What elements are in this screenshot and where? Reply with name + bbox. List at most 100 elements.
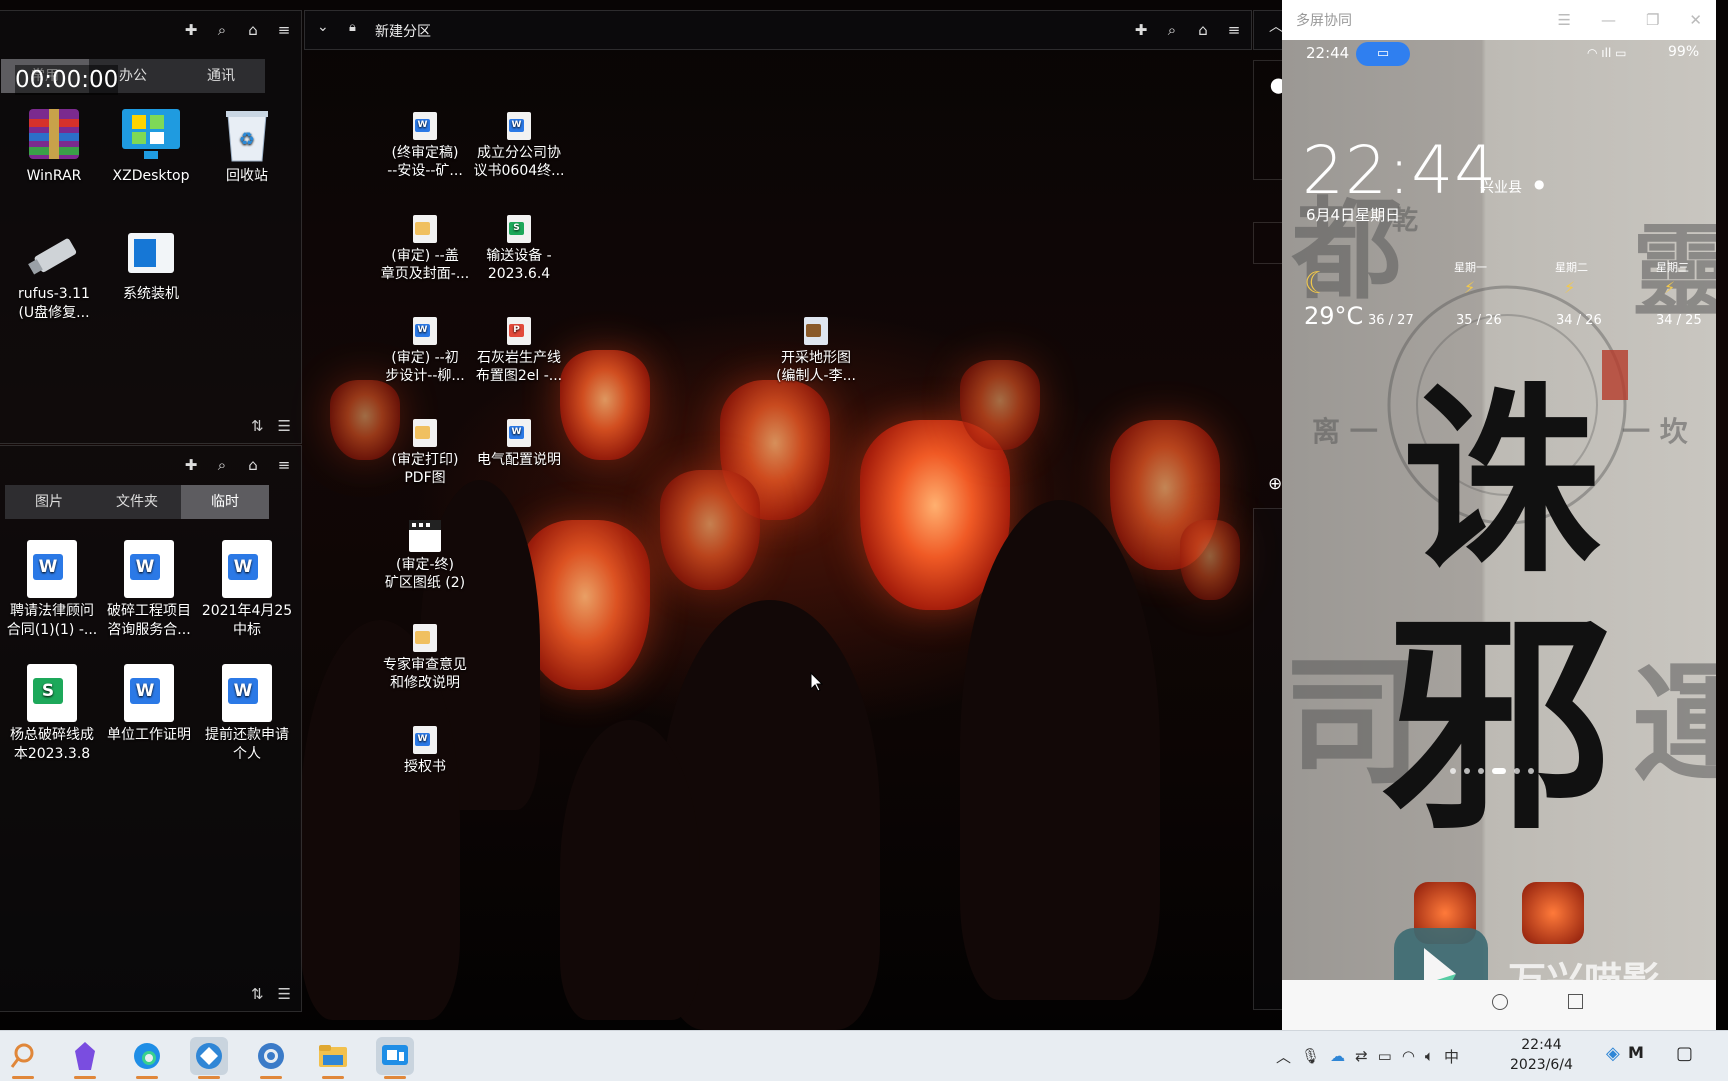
cloud-icon[interactable]: ☁ [1330,1047,1345,1065]
fence-title[interactable]: 新建分区 [375,21,431,41]
taskbar: ︿ 🎙︎ ☁ ⇄ ▭ ◠ 🔈︎ 中 22:44 2023/6/4 ◈ M ▢ [0,1030,1728,1081]
desktop-icon-doc[interactable]: W 电气配置说明 [471,419,567,469]
clear-icon[interactable]: ⌂ [1194,21,1212,39]
desktop-icon-rufus[interactable]: rufus-3.11 (U盘修复... [6,229,102,323]
network-app-icon[interactable] [190,1037,228,1079]
add-icon[interactable]: ✚ [1132,21,1150,39]
icon-label: 系统装机 [123,286,179,302]
icon-label: 破碎工程项目 咨询服务合... [107,603,191,638]
desktop-icon-file[interactable]: 专家审查意见 和修改说明 [377,624,473,692]
maximize-icon[interactable]: ❐ [1646,11,1659,29]
desktop-icon-file[interactable]: (审定) --盖 章页及封面-... [377,215,473,283]
dock-app-icon[interactable] [1522,882,1584,944]
word-doc-icon: W [413,317,437,345]
desktop-icon-winrar[interactable]: WinRAR [6,105,102,186]
close-icon[interactable]: ✕ [1689,11,1702,29]
icon-label: 杨总破碎线成 本2023.3.8 [10,727,94,762]
nav-home-icon[interactable] [1492,994,1508,1010]
desktop-icon-doc[interactable]: W 2021年4月25 中标 [199,540,295,640]
browser-app-icon[interactable] [252,1037,290,1079]
menu-icon[interactable]: ☰ [1558,11,1571,29]
tab-temporary[interactable]: 临时 [181,485,269,519]
list-view-icon[interactable]: ☰ [278,985,291,1003]
obsidian-app-icon[interactable] [66,1037,104,1079]
tray-overflow-icon[interactable]: ︿ [1276,1046,1291,1067]
menu-icon[interactable]: ≡ [275,21,293,39]
desktop-icon-sheet[interactable]: S 杨总破碎线成 本2023.3.8 [4,664,100,764]
date-label: 6月4日星期日 [1306,206,1401,224]
nav-recents-icon[interactable] [1568,994,1583,1009]
tab-pictures[interactable]: 图片 [5,485,93,519]
desktop-icon-doc[interactable]: W (审定) --初 步设计--柳... [377,317,473,385]
desktop-icon-doc[interactable]: W 授权书 [377,726,473,776]
sort-icon[interactable]: ⇅ [251,985,264,1003]
desktop-icon-xzdesktop[interactable]: XZDesktop [103,105,199,186]
menu-icon[interactable]: ≡ [1225,21,1243,39]
battery-icon[interactable]: ▭ [1378,1047,1392,1065]
desktop-icon-archive[interactable]: 开采地形图 (编制人-李... [756,317,876,385]
fence-footer: ⇅ ☰ [251,985,291,1003]
desktop-icon-cad[interactable]: (审定-终) 矿区图纸 (2) [377,520,473,592]
clear-icon[interactable]: ⌂ [244,21,262,39]
clear-icon[interactable]: ⌂ [244,456,262,474]
volume-icon[interactable]: 🔈︎ [1425,1047,1434,1065]
chevron-up-icon[interactable]: ︿ [1269,16,1283,36]
assistant-icon[interactable]: ◈ [1606,1043,1620,1064]
list-view-icon[interactable]: ☰ [278,417,291,435]
desktop-icon-file[interactable]: (审定打印) PDF图 [377,419,473,487]
search-icon[interactable]: ⌕ [213,456,231,474]
middle-fence: ⌄ 🔒︎ 新建分区 ✚ ⌕ ⌂ ≡ [304,10,1252,50]
desktop-icon-doc[interactable]: W 单位工作证明 [101,664,197,745]
wifi-icon[interactable]: ◠ [1402,1047,1415,1065]
system-install-icon [122,229,180,281]
ime-indicator[interactable]: 中 [1444,1046,1459,1067]
icon-label: 开采地形图 (编制人-李... [776,350,856,384]
left-top-fence: ✚ ⌕ ⌂ ≡ 常用 办公 通讯 00:00:00 WinRAR XZDeskt… [0,10,302,444]
add-circle-icon[interactable]: ⊕ [1268,474,1282,494]
desktop-icon-doc[interactable]: W 破碎工程项目 咨询服务合... [101,540,197,640]
desktop-icon-pdf[interactable]: P 石灰岩生产线 布置图2el -... [471,317,567,385]
icon-label: 聘请法律顾问 合同(1)(1) -... [6,603,98,638]
taskbar-clock[interactable]: 22:44 2023/6/4 [1510,1035,1573,1075]
word-doc-icon: W [222,540,272,598]
transfer-icon[interactable]: ⇄ [1355,1047,1368,1065]
archive-file-icon [804,317,828,345]
clock-date: 2023/6/4 [1510,1057,1573,1073]
desktop-icon-doc[interactable]: W 成立分公司协 议书0604终... [471,112,567,180]
menu-icon[interactable]: ≡ [275,456,293,474]
search-icon[interactable]: ⌕ [1163,21,1181,39]
search-app-icon[interactable] [4,1037,42,1079]
file-explorer-icon[interactable] [314,1037,352,1079]
lock-icon[interactable]: 🔒︎ [349,20,356,35]
notification-icon[interactable]: ▢ [1676,1043,1693,1064]
add-icon[interactable]: ✚ [182,21,200,39]
tab-folders[interactable]: 文件夹 [93,485,181,519]
desktop-icon-recycle-bin[interactable]: ♻ 回收站 [199,105,295,186]
screen-cast-icon[interactable]: ▭ [1356,42,1410,66]
desktop-icon-system-install[interactable]: 系统装机 [103,229,199,304]
spreadsheet-icon: S [507,215,531,243]
location-label: 兴业县 [1480,180,1522,196]
desktop-icon-doc[interactable]: W 提前还款申请 个人 [199,664,295,764]
edge-browser-icon[interactable] [128,1037,166,1079]
strip-panel [1253,60,1284,180]
minimize-icon[interactable]: — [1601,11,1616,29]
spreadsheet-icon: S [27,664,77,722]
add-icon[interactable]: ✚ [182,456,200,474]
desktop-icon-doc[interactable]: W 聘请法律顾问 合同(1)(1) -... [4,540,100,640]
icon-label: 提前还款申请 个人 [205,727,289,762]
window-controls: ☰ — ❐ ✕ [1558,0,1702,40]
search-icon[interactable]: ⌕ [213,21,231,39]
sort-icon[interactable]: ⇅ [251,417,264,435]
multi-screen-app-icon[interactable] [376,1037,414,1079]
word-doc-icon: W [124,664,174,722]
desktop-icon-sheet[interactable]: S 输送设备 - 2023.6.4 [471,215,567,283]
left-bottom-fence: ✚ ⌕ ⌂ ≡ 图片 文件夹 临时 W 聘请法律顾问 合同(1)(1) -...… [0,445,302,1012]
word-doc-icon: W [413,726,437,754]
collapse-chevron-icon[interactable]: ⌄ [317,19,329,35]
mail-icon[interactable]: M [1628,1043,1644,1062]
tab-communication[interactable]: 通讯 [177,59,265,93]
microphone-icon[interactable]: 🎙︎ [1301,1047,1320,1065]
desktop-icon-doc[interactable]: W (终审定稿) --安设--矿... [377,112,473,180]
phone-screen[interactable]: 都 靈 司 運 离 一 一 坎 乾 22:44 ▭ ◠ ıll ▭ 99% 22… [1282,40,1716,980]
